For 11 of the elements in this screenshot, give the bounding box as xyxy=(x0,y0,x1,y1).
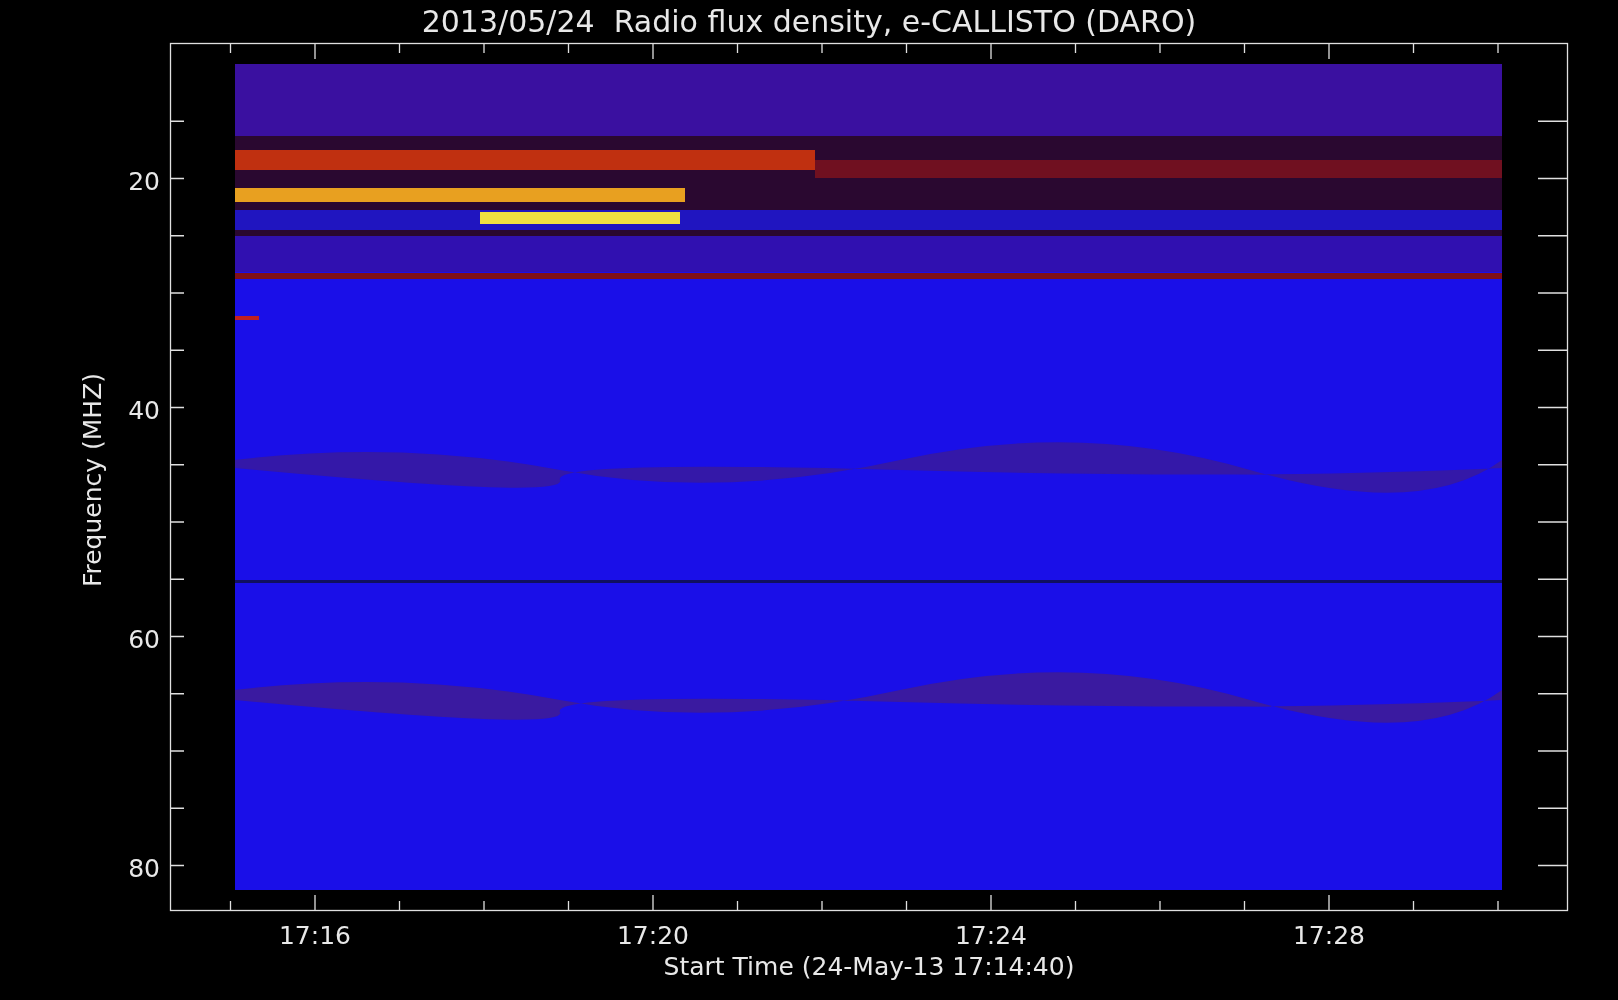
x-tick-label: 17:20 xyxy=(617,921,689,950)
y-tick-label: 60 xyxy=(128,625,160,654)
y-tick-label: 80 xyxy=(128,854,160,883)
y-tick-label: 40 xyxy=(128,396,160,425)
x-tick-label: 17:16 xyxy=(279,921,351,950)
x-tick-label: 17:24 xyxy=(955,921,1027,950)
chart-title: 2013/05/24 Radio flux density, e-CALLISTO (DARO) xyxy=(421,4,1197,39)
x-tick-label: 17:28 xyxy=(1293,921,1365,950)
x-axis-label: Start Time (24-May-13 17:14:40) xyxy=(663,952,1075,981)
y-axis-label: Frequency (MHZ) xyxy=(78,372,107,588)
y-tick-label: 20 xyxy=(128,167,160,196)
